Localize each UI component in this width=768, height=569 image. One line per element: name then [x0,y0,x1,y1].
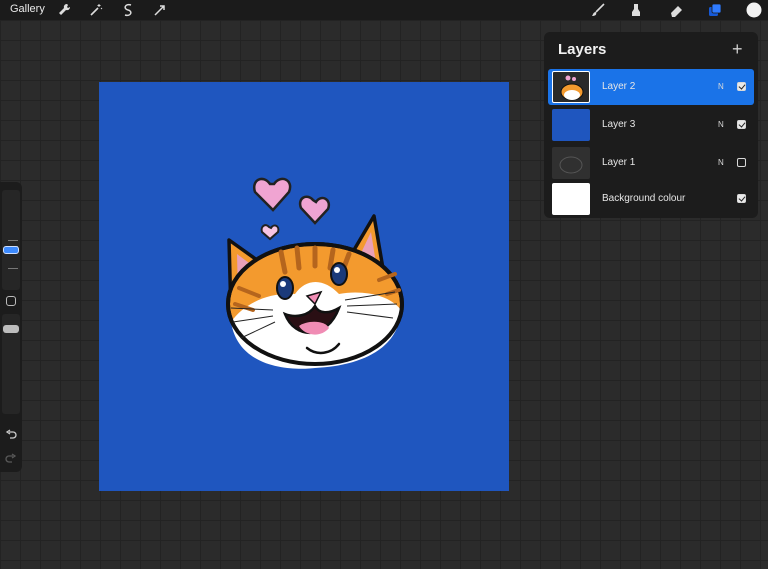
gallery-button[interactable]: Gallery [10,3,45,15]
brush-icon[interactable] [590,2,606,18]
size-tick [8,240,18,241]
brush-size-handle[interactable] [3,246,19,254]
wrench-icon[interactable] [56,2,72,18]
visibility-checkbox[interactable] [737,82,746,91]
cat-illustration [226,177,404,369]
layer-row-layer-1[interactable]: Layer 1 N [548,145,754,181]
eraser-icon[interactable] [668,2,684,18]
drawing-canvas[interactable] [99,82,509,491]
brush-size-slider[interactable] [2,190,20,290]
visibility-checkbox[interactable] [737,194,746,203]
layer-thumbnail [552,71,590,103]
layer-thumbnail [552,147,590,179]
left-sidebar [0,182,22,472]
undo-icon[interactable] [5,428,17,440]
visibility-checkbox[interactable] [737,120,746,129]
visibility-checkbox[interactable] [737,158,746,167]
plus-icon[interactable]: + [732,39,743,60]
transform-icon[interactable] [152,2,168,18]
blend-mode-button[interactable]: N [718,120,724,129]
opacity-handle[interactable] [3,325,19,333]
layers-title: Layers [558,41,607,58]
layer-row-background[interactable]: Background colour [548,181,754,217]
layer-name: Layer 3 [602,119,636,130]
layer-thumbnail [552,109,590,141]
layers-panel: Layers + Layer 2 N Layer 3 N Layer 1 N B… [544,32,758,218]
size-tick [8,268,18,269]
layer-name: Layer 1 [602,157,636,168]
layer-thumbnail [552,183,590,215]
layer-name: Layer 2 [602,81,636,92]
magic-wand-icon[interactable] [88,2,104,18]
layer-row-layer-2[interactable]: Layer 2 N [548,69,754,105]
layer-row-layer-3[interactable]: Layer 3 N [548,107,754,143]
blend-mode-button[interactable]: N [718,158,724,167]
modify-square-icon[interactable] [6,296,16,306]
selection-icon[interactable] [120,2,136,18]
layer-name: Background colour [602,193,686,204]
blend-mode-button[interactable]: N [718,82,724,91]
top-toolbar: Gallery [0,0,768,20]
color-swatch-icon[interactable] [746,2,762,18]
layers-icon[interactable] [707,2,723,18]
redo-icon[interactable] [5,452,17,464]
smudge-icon[interactable] [628,2,644,18]
